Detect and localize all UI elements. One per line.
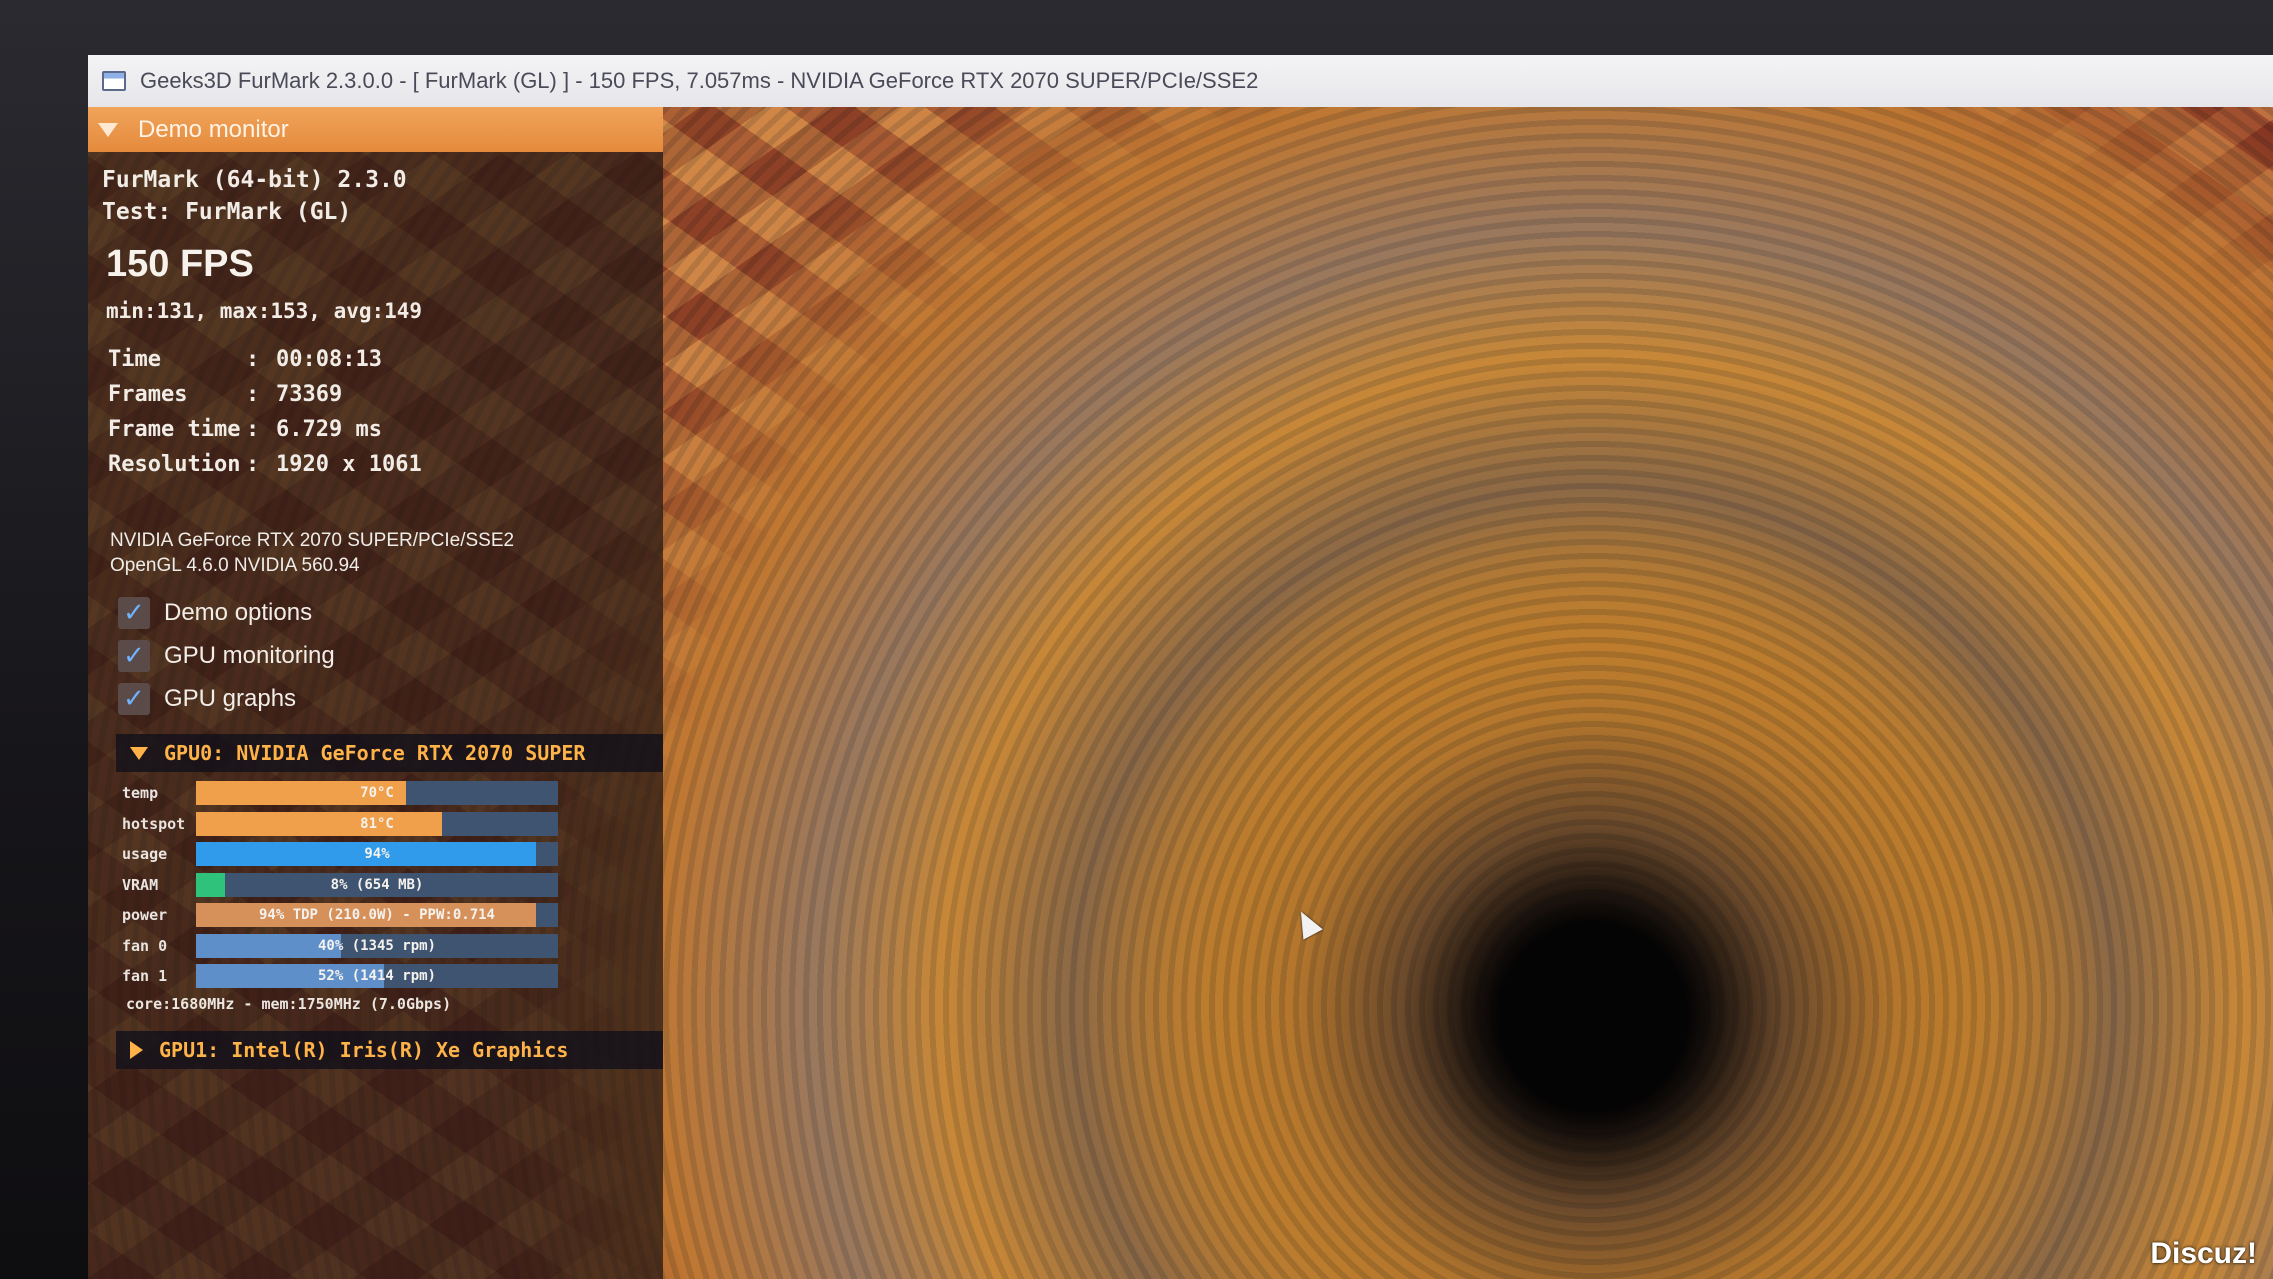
metric-temp: temp 70°C: [122, 781, 558, 805]
gpu1-title: GPU1: Intel(R) Iris(R) Xe Graphics: [159, 1038, 569, 1062]
stat-time: Time:00:08:13: [108, 347, 382, 372]
metric-value: 81°C: [360, 815, 394, 832]
metric-label: hotspot: [122, 814, 186, 833]
checkmark-icon: ✓: [123, 598, 145, 628]
metric-label: temp: [122, 784, 159, 802]
test-name-line: Test: FurMark (GL): [102, 199, 352, 225]
metric-label: power: [122, 906, 168, 924]
stat-label: Time: [108, 347, 161, 372]
stat-label: Resolution: [108, 452, 241, 477]
demo-options-checkbox[interactable]: ✓ Demo options: [118, 597, 312, 629]
metric-bar: 8% (654 MB): [196, 872, 558, 897]
metric-bar: 70°C: [196, 781, 558, 805]
metric-fan1: fan 1 52% (1414 rpm): [122, 964, 558, 988]
metric-label: fan 0: [122, 936, 168, 955]
fps-readout: 150 FPS: [106, 243, 254, 285]
stat-frame-time: Frame time:6.729 ms: [108, 417, 382, 442]
stat-value: 1920 x 1061: [276, 452, 422, 477]
gpu0-clocks: core:1680MHz - mem:1750MHz (7.0Gbps): [126, 995, 452, 1013]
demo-monitor-header[interactable]: Demo monitor: [88, 107, 663, 152]
gpu-graphs-checkbox[interactable]: ✓ GPU graphs: [118, 683, 296, 715]
furmark-window: Geeks3D FurMark 2.3.0.0 - [ FurMark (GL)…: [88, 55, 2273, 1279]
stat-label: Frame time: [108, 417, 241, 442]
metric-label: fan 1: [122, 967, 168, 985]
demo-monitor-panel: Demo monitor FurMark (64-bit) 2.3.0 Test…: [88, 107, 663, 1279]
app-version-line: FurMark (64-bit) 2.3.0: [102, 167, 407, 193]
collapsed-triangle-icon: [130, 1041, 143, 1059]
stat-value: 73369: [276, 382, 343, 407]
metric-bar: 94% TDP (210.0W) - PPW:0.714: [196, 903, 558, 927]
metric-label: VRAM: [122, 875, 159, 894]
checkmark-icon: ✓: [123, 641, 145, 671]
stat-frames: Frames:73369: [108, 382, 343, 407]
metric-value: 52% (1414 rpm): [317, 968, 436, 984]
demo-monitor-title: Demo monitor: [138, 115, 289, 143]
fps-stats: min:131, max:153, avg:149: [106, 299, 423, 323]
stat-resolution: Resolution:1920 x 1061: [108, 452, 422, 477]
checkbox-label: GPU monitoring: [164, 642, 335, 669]
checkbox[interactable]: ✓: [118, 683, 150, 715]
collapse-triangle-icon: [98, 122, 118, 137]
gpu0-title: GPU0: NVIDIA GeForce RTX 2070 SUPER: [164, 741, 586, 765]
checkbox[interactable]: ✓: [118, 597, 150, 629]
metric-value: 8% (654 MB): [330, 876, 424, 893]
metric-label: usage: [122, 845, 168, 863]
expand-triangle-icon: [130, 746, 148, 760]
app-window-icon: [102, 71, 126, 91]
stat-value: 00:08:13: [276, 347, 382, 372]
renderer-string: NVIDIA GeForce RTX 2070 SUPER/PCIe/SSE2: [110, 530, 515, 551]
metric-power: power 94% TDP (210.0W) - PPW:0.714: [122, 903, 558, 927]
metric-value: 40% (1345 rpm): [317, 937, 436, 954]
metric-bar: 40% (1345 rpm): [196, 933, 558, 958]
metric-fan0: fan 0 40% (1345 rpm): [122, 933, 558, 958]
checkbox-label: Demo options: [164, 599, 313, 626]
metric-bar: 52% (1414 rpm): [196, 964, 558, 988]
metric-hotspot: hotspot 81°C: [122, 811, 558, 836]
checkbox-label: GPU graphs: [164, 685, 297, 712]
gpu1-header[interactable]: GPU1: Intel(R) Iris(R) Xe Graphics: [116, 1031, 663, 1069]
metric-usage: usage 94%: [122, 842, 558, 866]
stat-label: Frames: [108, 382, 188, 407]
checkmark-icon: ✓: [123, 684, 145, 714]
checkbox[interactable]: ✓: [118, 640, 150, 672]
watermark: Discuz!: [2150, 1237, 2257, 1270]
window-title-bar[interactable]: Geeks3D FurMark 2.3.0.0 - [ FurMark (GL)…: [88, 55, 2273, 107]
gpu0-header[interactable]: GPU0: NVIDIA GeForce RTX 2070 SUPER: [116, 734, 663, 772]
metric-bar: 94%: [196, 842, 558, 866]
opengl-string: OpenGL 4.6.0 NVIDIA 560.94: [110, 555, 360, 576]
stat-value: 6.729 ms: [276, 417, 382, 442]
metric-value: 94% TDP (210.0W) - PPW:0.714: [258, 907, 495, 923]
window-title: Geeks3D FurMark 2.3.0.0 - [ FurMark (GL)…: [140, 68, 1259, 93]
metric-bar: 81°C: [196, 811, 558, 836]
gpu-monitoring-checkbox[interactable]: ✓ GPU monitoring: [118, 640, 335, 672]
metric-value: 94%: [364, 846, 390, 862]
metric-vram: VRAM 8% (654 MB): [122, 872, 558, 897]
metric-value: 70°C: [360, 785, 394, 801]
